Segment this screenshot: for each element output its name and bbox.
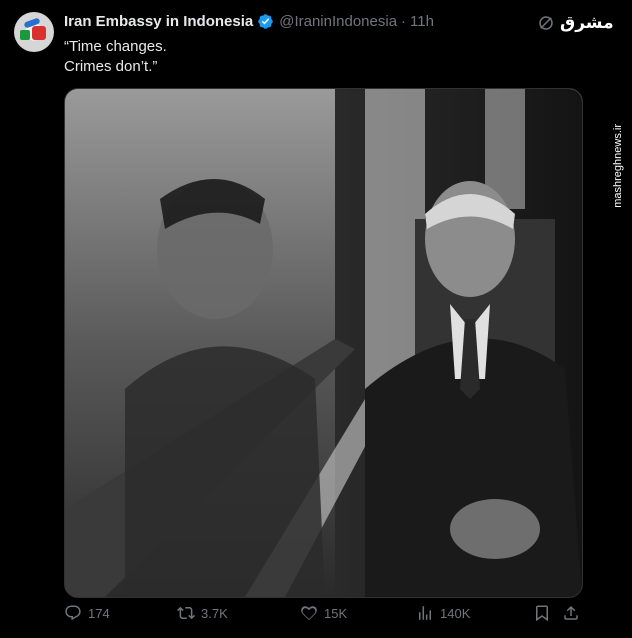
author-name[interactable]: Iran Embassy in Indonesia — [64, 13, 253, 30]
reflection-body — [125, 346, 325, 597]
avatar-flag-stripe-red — [32, 26, 46, 40]
reply-icon — [65, 605, 81, 621]
bookmark-icon — [536, 605, 548, 622]
like-count: 15K — [324, 605, 348, 621]
bookmark-button[interactable] — [533, 604, 557, 622]
tweet-timestamp[interactable]: 11h — [410, 13, 434, 30]
tweet-header: Iran Embassy in Indonesia @IraninIndones… — [64, 13, 434, 30]
heart-icon — [301, 606, 317, 621]
like-button[interactable]: 15K — [300, 604, 347, 622]
grok-icon[interactable] — [537, 14, 555, 32]
author-handle[interactable]: @IraninIndonesia — [279, 13, 397, 30]
repost-button[interactable]: 3.7K — [177, 604, 228, 622]
avatar-flag-stripe-green — [20, 30, 30, 40]
tweet-text-line: Crimes don’t.” — [64, 58, 158, 75]
repost-count: 3.7K — [201, 605, 228, 621]
tweet-actions: 174 3.7K 15K 140K — [64, 604, 580, 630]
tweet-text-line: “Time changes. — [64, 38, 167, 55]
account-avatar[interactable] — [14, 12, 54, 52]
tweet-photo — [65, 89, 582, 597]
share-icon — [564, 605, 578, 620]
site-logo: مشرق — [560, 13, 614, 33]
analytics-icon — [419, 606, 431, 620]
views-count: 140K — [440, 605, 471, 621]
header-separator: · — [401, 13, 407, 30]
reply-button[interactable]: 174 — [64, 604, 110, 622]
site-watermark: mashreghnews.ir — [612, 124, 624, 208]
repost-icon — [177, 606, 195, 620]
reply-count: 174 — [88, 605, 110, 621]
man-hand — [450, 499, 540, 559]
tweet-text: “Time changes. Crimes don’t.” — [64, 37, 167, 77]
share-button[interactable] — [562, 604, 586, 622]
verified-badge-icon — [258, 14, 273, 29]
tweet-image[interactable] — [64, 88, 583, 598]
views-button[interactable]: 140K — [416, 604, 470, 622]
